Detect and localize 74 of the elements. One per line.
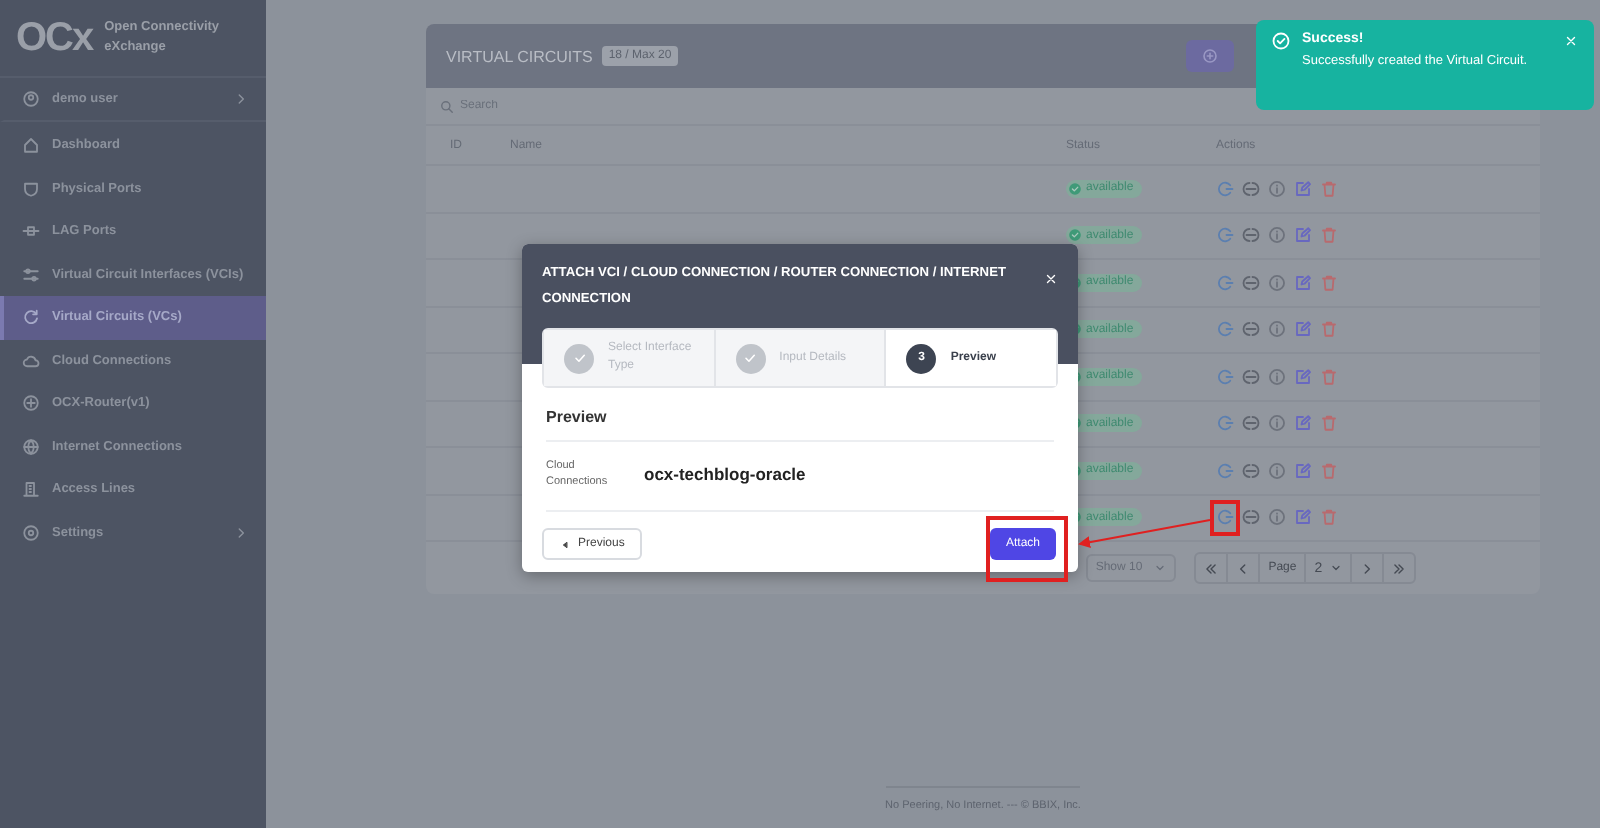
double-chevron-left-icon xyxy=(1204,561,1219,575)
circular-arrow-icon xyxy=(22,308,40,327)
connector-icon xyxy=(1242,320,1260,339)
cloud-icon xyxy=(22,351,40,370)
info-icon xyxy=(1268,508,1286,527)
connector-icon xyxy=(1242,508,1260,527)
trash-icon xyxy=(1320,414,1338,433)
trash-icon xyxy=(1320,367,1338,386)
section-heading: Preview xyxy=(546,408,1054,442)
trash-icon xyxy=(1320,273,1338,292)
highlight-box xyxy=(1210,500,1240,536)
circular-arrow-icon xyxy=(1216,273,1234,292)
highlight-box xyxy=(986,516,1068,582)
check-circle-icon xyxy=(1068,228,1082,243)
close-icon xyxy=(1044,272,1058,286)
double-chevron-right-icon xyxy=(1392,561,1406,575)
connector-icon xyxy=(1242,226,1260,245)
edit-icon xyxy=(1294,367,1312,386)
edit-icon xyxy=(1294,179,1312,198)
check-circle-icon xyxy=(1272,32,1290,50)
edit-icon xyxy=(1294,273,1312,292)
info-icon xyxy=(1268,320,1286,339)
edit-icon xyxy=(1294,414,1312,433)
search-icon xyxy=(440,99,454,113)
trash-icon xyxy=(1320,226,1338,245)
chevron-right-icon xyxy=(234,525,248,540)
field-value: ocx-techblog-oracle xyxy=(644,464,806,484)
caret-down-icon xyxy=(1154,562,1167,574)
circular-arrow-icon xyxy=(1216,508,1234,527)
add-button[interactable] xyxy=(1186,40,1234,72)
circular-arrow-icon xyxy=(1216,179,1234,198)
edit-icon xyxy=(1294,508,1312,527)
check-icon xyxy=(742,350,759,366)
plus-circle-icon xyxy=(1202,48,1218,64)
info-icon xyxy=(1268,414,1286,433)
circular-arrow-icon xyxy=(1216,320,1234,339)
connector-icon xyxy=(1242,367,1260,386)
globe-icon xyxy=(22,437,40,456)
edit-icon xyxy=(1294,320,1312,339)
check-icon xyxy=(571,350,587,366)
trash-icon xyxy=(1320,320,1338,339)
edit-icon xyxy=(1294,461,1312,480)
info-icon xyxy=(1268,367,1286,386)
sliders-icon xyxy=(22,265,40,284)
circular-arrow-icon xyxy=(1216,367,1234,386)
card-title: VIRTUAL CIRCUITS xyxy=(446,47,593,65)
trash-icon xyxy=(1320,179,1338,198)
connector-icon xyxy=(1242,273,1260,292)
circular-arrow-icon xyxy=(1216,461,1234,480)
logo: OCx xyxy=(16,15,93,61)
circular-arrow-icon xyxy=(1216,226,1234,245)
caret-down-icon xyxy=(1330,562,1342,574)
info-icon xyxy=(1268,273,1286,292)
info-icon xyxy=(1268,461,1286,480)
close-icon xyxy=(1564,34,1578,48)
circular-arrow-icon xyxy=(1216,414,1234,433)
annotation-arrow xyxy=(1078,519,1211,549)
caret-left-icon xyxy=(560,539,570,549)
info-icon xyxy=(1268,226,1286,245)
connector-icon xyxy=(1242,461,1260,480)
trash-icon xyxy=(1320,508,1338,527)
connector-icon xyxy=(1242,179,1260,198)
house-icon xyxy=(22,136,40,155)
trash-icon xyxy=(1320,461,1338,480)
shield-icon xyxy=(22,179,40,198)
check-circle-icon xyxy=(1068,181,1082,196)
close-button[interactable] xyxy=(1044,272,1058,286)
chevron-left-icon xyxy=(1236,561,1251,575)
edit-icon xyxy=(1294,226,1312,245)
info-icon xyxy=(1268,179,1286,198)
chevron-right-icon xyxy=(1360,561,1374,575)
chevron-right-icon xyxy=(234,92,248,106)
connector-icon xyxy=(1242,414,1260,433)
building-icon xyxy=(22,480,40,499)
